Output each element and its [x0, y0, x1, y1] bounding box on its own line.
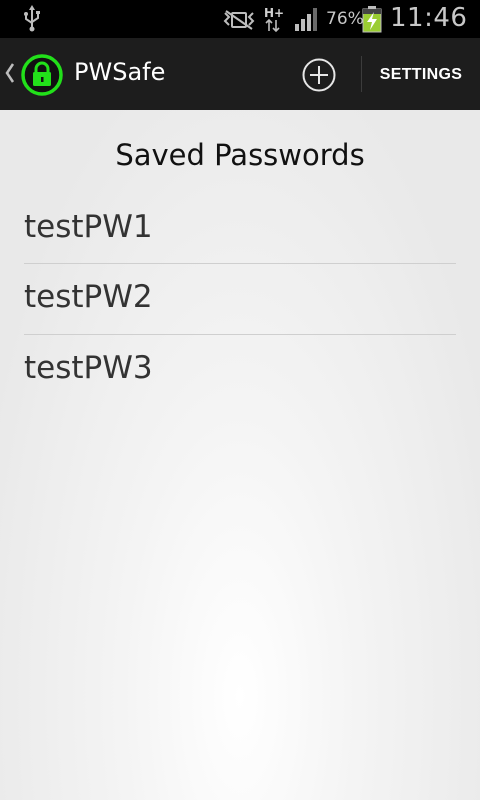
main-content: Saved Passwords testPW1 testPW2 testPW3	[0, 110, 480, 800]
signal-icon	[295, 8, 317, 31]
list-item[interactable]: testPW3	[24, 335, 456, 406]
action-bar: PWSafe SETTINGS	[0, 38, 480, 110]
battery-charging-icon	[362, 6, 382, 33]
usb-icon	[24, 5, 40, 32]
mute-icon	[223, 10, 255, 30]
status-bar: H+ 76% 11:46	[0, 0, 480, 38]
list-item[interactable]: testPW2	[24, 264, 456, 335]
settings-button[interactable]: SETTINGS	[362, 56, 480, 94]
svg-text:H+: H+	[264, 6, 284, 20]
password-list: testPW1 testPW2 testPW3	[24, 194, 456, 406]
network-hplus-icon: H+	[264, 6, 284, 33]
lock-icon[interactable]	[20, 53, 64, 97]
battery-percent: 76%	[326, 9, 364, 29]
clock: 11:46	[390, 3, 468, 33]
page-title: Saved Passwords	[115, 138, 365, 172]
add-circle-icon[interactable]	[300, 56, 338, 94]
app-title: PWSafe	[74, 58, 166, 86]
chevron-left-icon[interactable]	[4, 62, 16, 84]
list-item[interactable]: testPW1	[24, 194, 456, 264]
